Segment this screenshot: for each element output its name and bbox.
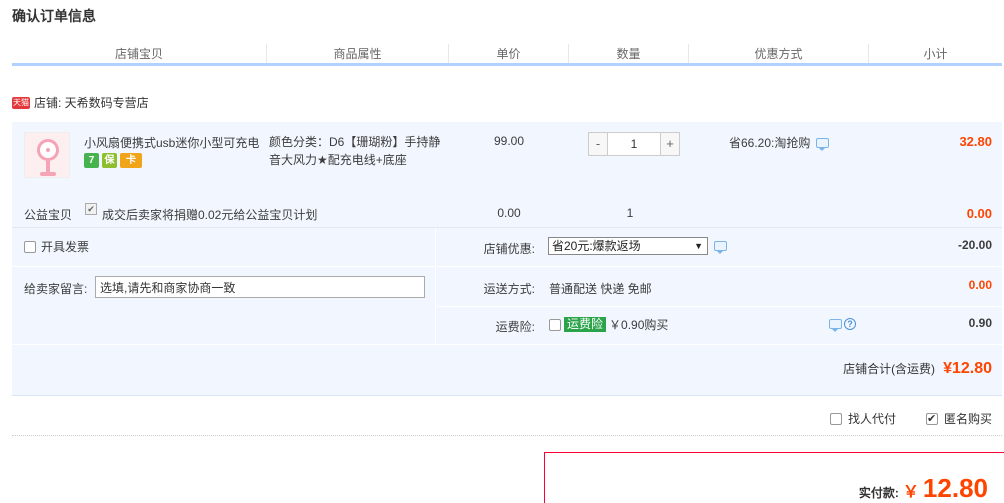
order-item-block: 小风扇便携式usb迷你小型可充电 7 保 卡 颜色分类：D6【珊瑚粉】手持静音大… xyxy=(12,122,1002,228)
row-separator xyxy=(437,266,1002,267)
welfare-price: 0.00 xyxy=(497,206,521,220)
extra-options: 找人代付 匿名购买 xyxy=(829,410,992,427)
insurance-checkbox[interactable] xyxy=(549,318,561,331)
message-label: 给卖家留言: xyxy=(24,282,88,296)
credit-card-icon[interactable]: 卡 xyxy=(120,153,142,168)
row-separator xyxy=(12,344,1002,345)
item-service-icons: 7 保 卡 xyxy=(84,153,142,168)
chat-bubble-icon[interactable] xyxy=(829,319,842,332)
shop-total-label: 店铺合计(含运费) xyxy=(843,362,936,376)
welfare-label: 公益宝贝 xyxy=(24,208,73,222)
row-separator xyxy=(12,266,435,267)
payment-amount: 12.80 xyxy=(922,473,988,503)
item-subtotal: 32.80 xyxy=(959,134,992,149)
shop-discount-amount: -20.00 xyxy=(957,238,992,252)
pay-by-others-checkbox[interactable] xyxy=(829,412,842,425)
invoice-checkbox[interactable] xyxy=(24,240,36,253)
tmall-badge-icon: 天猫 xyxy=(12,96,30,109)
welfare-quantity: 1 xyxy=(626,206,634,220)
invoice-option[interactable]: 开具发票 xyxy=(24,238,89,255)
invoice-label: 开具发票 xyxy=(41,240,90,254)
seller-message-input[interactable] xyxy=(95,276,425,298)
col-header-attributes: 商品属性 xyxy=(267,44,449,63)
insurance-amount: 0.90 xyxy=(968,316,992,330)
item-title-link[interactable]: 小风扇便携式usb迷你小型可充电 xyxy=(84,134,262,151)
item-unit-price: 99.00 xyxy=(493,134,525,148)
item-attributes: 颜色分类：D6【珊瑚粉】手持静音大风力★配充电线+底座 xyxy=(269,135,441,167)
fan-image-icon xyxy=(37,139,59,161)
fan-base xyxy=(40,172,56,176)
payment-currency: ￥ xyxy=(902,484,919,501)
shop-total: 店铺合计(含运费) ¥12.80 xyxy=(843,360,992,378)
shop-discount-label: 店铺优惠: xyxy=(483,242,535,256)
quantity-plus-button[interactable]: + xyxy=(660,132,680,156)
insurance-badge: 运费险 xyxy=(564,317,607,332)
guarantee-icon[interactable]: 保 xyxy=(102,153,117,168)
shop-total-amount: ¥12.80 xyxy=(943,360,992,377)
insurance-option[interactable]: 运费险 ￥0.90购买 xyxy=(549,316,668,333)
seven-day-return-icon[interactable]: 7 xyxy=(84,153,99,168)
shop-line: 天猫 店铺: 天希数码专营店 xyxy=(12,94,149,111)
item-thumbnail[interactable] xyxy=(24,132,70,178)
shipping-amount: 0.00 xyxy=(968,278,992,292)
col-header-subtotal: 小计 xyxy=(923,47,948,61)
payment-summary-box: 实付款: ￥ 12.80 xyxy=(544,452,1004,503)
welfare-checkbox: ✔ xyxy=(85,203,97,215)
insurance-price-text: ￥0.90购买 xyxy=(609,318,669,332)
welfare-subtotal: 0.00 xyxy=(966,206,992,221)
shop-name-link[interactable]: 店铺: 天希数码专营店 xyxy=(34,94,149,111)
column-headers: 店铺宝贝 商品属性 单价 数量 优惠方式 小计 xyxy=(12,44,1002,66)
shop-discount-select[interactable]: 省20元:爆款返场 ▼ xyxy=(548,237,708,255)
page-title: 确认订单信息 xyxy=(12,8,96,24)
anonymous-purchase-label: 匿名购买 xyxy=(943,412,992,426)
item-discount: 省66.20:淘抢购 xyxy=(729,134,830,151)
col-header-price: 单价 xyxy=(449,44,569,63)
chat-bubble-icon[interactable] xyxy=(714,241,727,254)
item-discount-text: 省66.20:淘抢购 xyxy=(729,136,811,150)
anonymous-purchase-checkbox[interactable] xyxy=(925,412,938,425)
shop-discount-selected: 省20元:爆款返场 xyxy=(552,239,641,253)
payment-label: 实付款: xyxy=(858,486,899,500)
chat-bubble-icon[interactable] xyxy=(816,137,830,151)
col-header-discount: 优惠方式 xyxy=(689,44,869,63)
shipping-label: 运送方式: xyxy=(483,282,535,296)
col-header-quantity: 数量 xyxy=(569,44,689,63)
welfare-description: 成交后卖家将捐赠0.02元给公益宝贝计划 xyxy=(102,208,318,222)
divider xyxy=(12,435,1002,436)
pay-by-others-label: 找人代付 xyxy=(847,412,896,426)
pay-by-others-option[interactable]: 找人代付 xyxy=(829,410,896,427)
quantity-input[interactable] xyxy=(608,132,660,156)
quantity-minus-button[interactable]: - xyxy=(588,132,608,156)
quantity-stepper: - + xyxy=(588,132,680,156)
help-question-icon[interactable]: ? xyxy=(844,318,856,330)
payment-total-line: 实付款: ￥ 12.80 xyxy=(859,473,988,503)
options-right-panel: 店铺优惠: 省20元:爆款返场 ▼ -20.00 运送方式: 普通配送 快递 免… xyxy=(437,228,1002,344)
dropdown-arrow-icon: ▼ xyxy=(694,241,703,251)
col-header-item: 店铺宝贝 xyxy=(12,44,267,63)
insurance-help: ? xyxy=(829,318,856,332)
options-left-panel: 开具发票 给卖家留言: xyxy=(12,228,436,344)
row-separator xyxy=(437,306,1002,307)
anonymous-purchase-option[interactable]: 匿名购买 xyxy=(925,410,992,427)
insurance-label: 运费险: xyxy=(495,320,535,334)
shipping-method: 普通配送 快递 免邮 xyxy=(549,282,652,296)
order-options-block: 开具发票 给卖家留言: 店铺优惠: 省20元:爆款返场 ▼ -20.00 运送方… xyxy=(12,228,1002,396)
